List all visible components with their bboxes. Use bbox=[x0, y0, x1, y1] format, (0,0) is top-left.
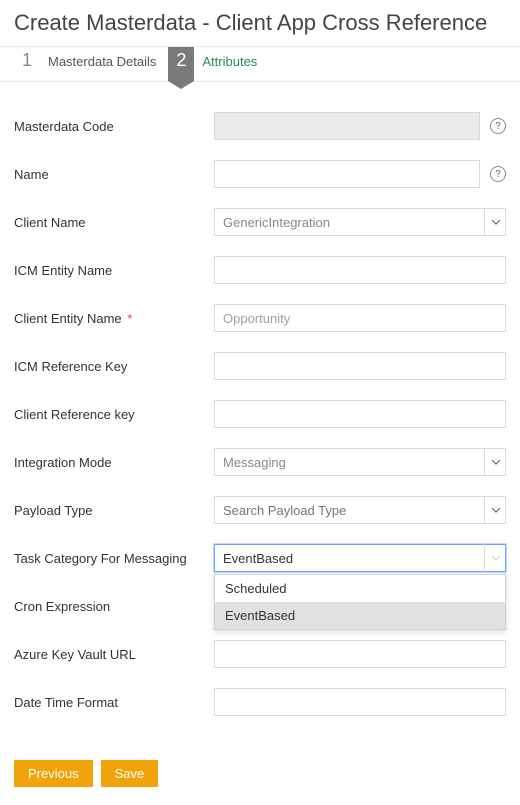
input-icm-entity-name[interactable] bbox=[214, 256, 506, 284]
select-integration-mode[interactable] bbox=[214, 448, 506, 476]
save-button[interactable]: Save bbox=[101, 760, 159, 787]
input-client-entity-name[interactable] bbox=[214, 304, 506, 332]
wizard-step-1[interactable]: 1 Masterdata Details bbox=[14, 47, 168, 81]
label-masterdata-code: Masterdata Code bbox=[14, 119, 214, 134]
input-name[interactable] bbox=[214, 160, 480, 188]
input-date-time-format[interactable] bbox=[214, 688, 506, 716]
previous-button[interactable]: Previous bbox=[14, 760, 93, 787]
label-icm-entity-name: ICM Entity Name bbox=[14, 263, 214, 278]
label-date-time-format: Date Time Format bbox=[14, 695, 214, 710]
step-number-1: 1 bbox=[14, 47, 40, 81]
label-name: Name bbox=[14, 167, 214, 182]
label-task-category: Task Category For Messaging bbox=[14, 551, 214, 566]
required-star: * bbox=[127, 311, 132, 326]
label-client-entity-name-text: Client Entity Name bbox=[14, 311, 122, 326]
wizard-steps: 1 Masterdata Details 2 Attributes bbox=[0, 46, 520, 82]
select-task-category[interactable] bbox=[214, 544, 506, 572]
button-bar: Previous Save bbox=[0, 750, 520, 805]
label-azure-key-vault: Azure Key Vault URL bbox=[14, 647, 214, 662]
label-client-entity-name: Client Entity Name * bbox=[14, 311, 214, 326]
chevron-down-icon[interactable] bbox=[484, 496, 506, 524]
step-label-1: Masterdata Details bbox=[48, 47, 156, 69]
label-client-reference-key: Client Reference key bbox=[14, 407, 214, 422]
select-payload-type[interactable] bbox=[214, 496, 506, 524]
label-client-name: Client Name bbox=[14, 215, 214, 230]
label-integration-mode: Integration Mode bbox=[14, 455, 214, 470]
help-icon[interactable]: ? bbox=[490, 166, 506, 182]
chevron-down-icon[interactable] bbox=[484, 544, 506, 572]
form-body: Masterdata Code ? Name ? Client Name ICM… bbox=[0, 82, 520, 750]
label-cron-expression: Cron Expression bbox=[14, 599, 214, 614]
dropdown-panel-task-category: Scheduled EventBased bbox=[214, 574, 506, 630]
page-title: Create Masterdata - Client App Cross Ref… bbox=[0, 0, 520, 46]
help-icon[interactable]: ? bbox=[490, 118, 506, 134]
dropdown-option-scheduled[interactable]: Scheduled bbox=[215, 575, 505, 602]
dropdown-option-eventbased[interactable]: EventBased bbox=[215, 602, 505, 629]
label-icm-reference-key: ICM Reference Key bbox=[14, 359, 214, 374]
input-masterdata-code bbox=[214, 112, 480, 140]
input-client-reference-key[interactable] bbox=[214, 400, 506, 428]
chevron-down-icon[interactable] bbox=[484, 208, 506, 236]
step-number-2: 2 bbox=[168, 47, 194, 81]
step-label-2: Attributes bbox=[202, 47, 257, 69]
label-payload-type: Payload Type bbox=[14, 503, 214, 518]
select-client-name[interactable] bbox=[214, 208, 506, 236]
input-icm-reference-key[interactable] bbox=[214, 352, 506, 380]
wizard-step-2[interactable]: 2 Attributes bbox=[168, 47, 269, 81]
chevron-down-icon[interactable] bbox=[484, 448, 506, 476]
input-azure-key-vault[interactable] bbox=[214, 640, 506, 668]
